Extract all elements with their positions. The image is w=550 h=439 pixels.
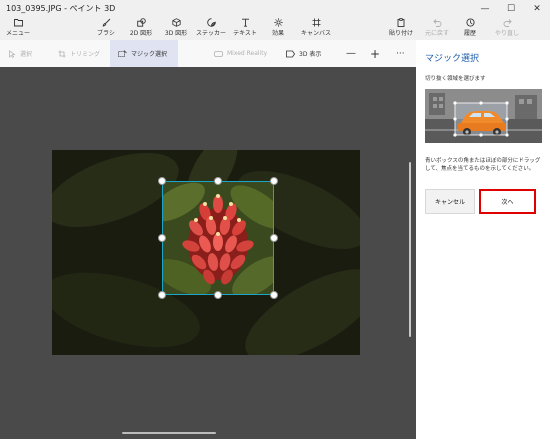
vertical-scrollbar-thumb[interactable] xyxy=(409,162,411,337)
undo-label: 元に戻す xyxy=(424,30,449,37)
panel-title: マジック選択 xyxy=(425,54,480,64)
tool-canvas-label: キャンバス xyxy=(300,30,331,37)
title-bar: 103_0395.JPG - ペイント 3D — ☐ ✕ xyxy=(0,0,550,18)
zoom-out-button[interactable]: — xyxy=(346,40,356,67)
tool-brush-label: ブラシ xyxy=(97,30,115,37)
window-title: 103_0395.JPG - ペイント 3D xyxy=(6,4,116,13)
paste-icon xyxy=(397,18,404,27)
history-label: 履歴 xyxy=(463,30,476,37)
tool-effects[interactable]: 効果 xyxy=(266,18,290,40)
cube-icon xyxy=(171,18,181,27)
selection-handle-bottom-left[interactable] xyxy=(158,291,166,299)
zoom-in-button[interactable]: + xyxy=(370,40,380,67)
crop-tool[interactable]: トリミング xyxy=(58,40,100,67)
view-3d-toggle[interactable]: 3D 表示 xyxy=(286,40,321,67)
effects-icon xyxy=(273,18,283,27)
undo-button[interactable]: 元に戻す xyxy=(422,18,452,40)
tool-effects-label: 効果 xyxy=(271,30,284,37)
horizontal-scrollbar-thumb[interactable] xyxy=(122,432,216,434)
next-button[interactable]: 次へ xyxy=(479,189,536,214)
canvas-icon xyxy=(312,18,320,27)
tool-2d-shapes[interactable]: 2D 図形 xyxy=(126,18,156,40)
history-button[interactable]: 履歴 xyxy=(458,18,482,40)
select-arrow-icon xyxy=(9,49,16,58)
text-icon xyxy=(241,18,249,27)
view-3d-label: 3D 表示 xyxy=(299,51,322,58)
paste-button[interactable]: 貼り付け xyxy=(386,18,416,40)
redo-label: やり直し xyxy=(494,30,519,37)
selection-handle-top-right[interactable] xyxy=(270,177,278,185)
view-3d-icon xyxy=(286,50,295,57)
crop-icon xyxy=(58,50,66,57)
minimize-button[interactable]: — xyxy=(472,0,498,18)
menu-label: メニュー xyxy=(5,30,30,37)
tool-canvas[interactable]: キャンバス xyxy=(296,18,336,40)
redo-button[interactable]: やり直し xyxy=(490,18,524,40)
tool-3d-shapes[interactable]: 3D 図形 xyxy=(161,18,191,40)
paste-label: 貼り付け xyxy=(388,30,413,37)
more-options-button[interactable]: ··· xyxy=(396,40,405,67)
selection-handle-top[interactable] xyxy=(214,177,222,185)
selection-box[interactable] xyxy=(162,181,274,295)
car-illustration xyxy=(425,89,542,143)
select-tool[interactable]: 選択 xyxy=(8,40,32,67)
tool-stickers[interactable]: ステッカー xyxy=(196,18,226,40)
tool-3d-shapes-label: 3D 図形 xyxy=(164,30,188,37)
mixed-reality-label: Mixed Reality xyxy=(227,50,268,57)
brush-icon xyxy=(102,18,110,27)
tool-brush[interactable]: ブラシ xyxy=(94,18,118,40)
tool-text-label: テキスト xyxy=(233,30,257,37)
selection-handle-left[interactable] xyxy=(158,234,166,242)
maximize-button[interactable]: ☐ xyxy=(498,0,524,18)
redo-icon xyxy=(503,19,512,27)
undo-icon xyxy=(432,19,441,27)
shapes-2d-icon xyxy=(136,18,146,27)
selection-handle-right[interactable] xyxy=(270,234,278,242)
main-toolbar: メニュー ブラシ 2D 図形 3D 図形 ステッカー テキスト 効果 キャンバス… xyxy=(0,18,550,40)
magic-select-label: マジック選択 xyxy=(131,51,168,58)
cancel-button[interactable]: キャンセル xyxy=(425,189,475,214)
magic-select-icon xyxy=(118,49,127,57)
selection-handle-top-left[interactable] xyxy=(158,177,166,185)
tutorial-illustration xyxy=(425,89,542,143)
selection-handle-bottom[interactable] xyxy=(214,291,222,299)
panel-help-text: 青いボックスの角またはほぼの部分にドラッグして、焦点を当てるものを示してください… xyxy=(425,158,541,172)
selected-flower xyxy=(163,182,273,294)
sub-toolbar: 選択 トリミング マジック選択 Mixed Reality 3D 表示 — + … xyxy=(0,40,416,68)
close-button[interactable]: ✕ xyxy=(524,0,550,18)
magic-select-tool[interactable]: マジック選択 xyxy=(110,40,178,67)
mixed-reality-icon xyxy=(214,50,223,57)
history-icon xyxy=(465,18,475,27)
mixed-reality-tool[interactable]: Mixed Reality xyxy=(214,40,267,67)
select-label: 選択 xyxy=(20,51,33,58)
sticker-icon xyxy=(206,18,216,27)
menu-button[interactable]: メニュー xyxy=(4,18,32,40)
tool-text[interactable]: テキスト xyxy=(231,18,259,40)
selection-handle-bottom-right[interactable] xyxy=(270,291,278,299)
panel-description: 切り抜く領域を選びます xyxy=(425,76,486,82)
folder-icon xyxy=(13,19,23,27)
crop-label: トリミング xyxy=(70,51,101,58)
tool-stickers-label: ステッカー xyxy=(196,30,227,37)
tool-2d-shapes-label: 2D 図形 xyxy=(129,30,153,37)
